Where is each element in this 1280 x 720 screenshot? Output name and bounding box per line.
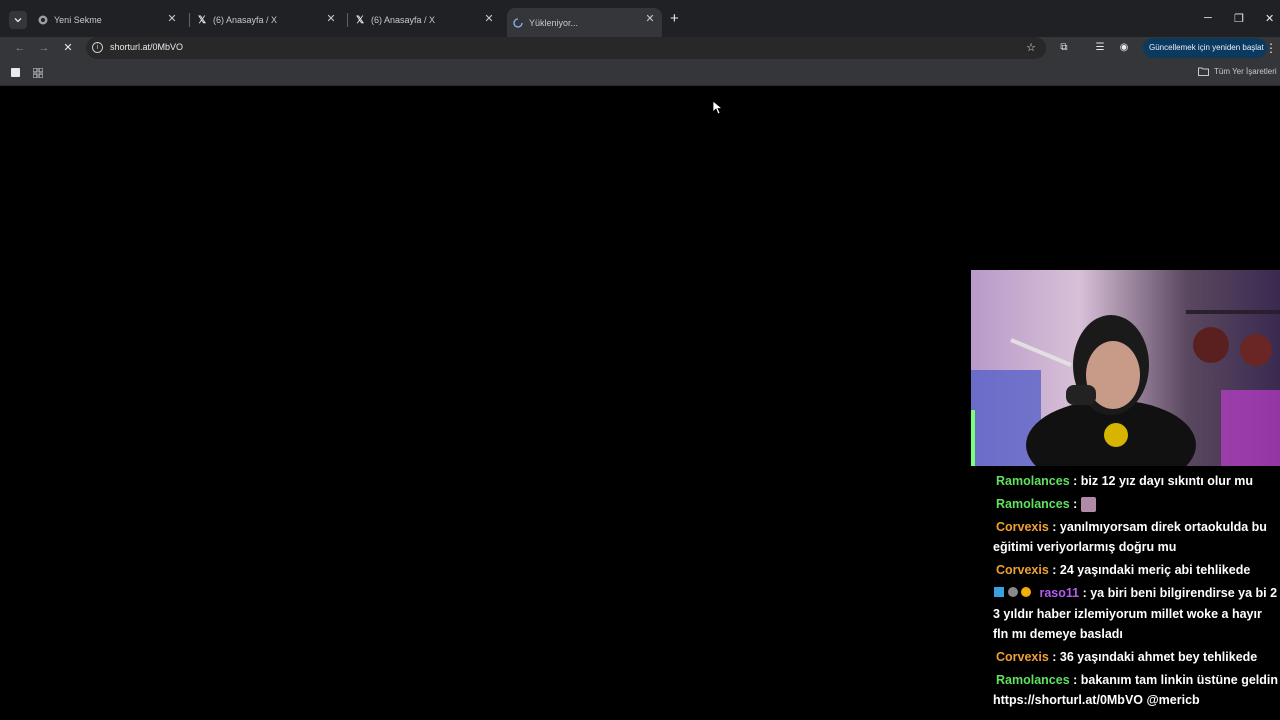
chat-username: Corvexis [996, 563, 1049, 577]
chat-username: Ramolances [996, 672, 1070, 687]
restore-icon[interactable]: ❐ [1234, 12, 1244, 25]
tab-divider [189, 13, 190, 27]
loading-spinner-icon [513, 17, 523, 28]
update-restart-button[interactable]: Güncellemek için yeniden başlat [1143, 38, 1267, 58]
close-window-icon[interactable]: ✕ [1265, 12, 1274, 25]
folder-icon [1198, 67, 1209, 76]
all-bookmarks-button[interactable]: Tüm Yer İşaretleri [1198, 67, 1277, 76]
chrome-icon [38, 15, 48, 25]
tab-divider [347, 13, 348, 27]
chevron-down-icon [14, 18, 22, 23]
chat-text: biz 12 yız dayı sıkıntı olur mu [1080, 474, 1254, 488]
site-info-icon[interactable]: i [92, 42, 103, 53]
x-logo-icon: 𝕏 [197, 14, 207, 26]
bookmark-app-icon[interactable] [11, 68, 20, 77]
all-bookmarks-label: Tüm Yer İşaretleri [1214, 67, 1277, 76]
tab-label: (6) Anasayfa / X [371, 15, 436, 25]
chat-username: Ramolances [996, 497, 1070, 511]
tab-search-button[interactable] [9, 11, 27, 29]
tab-anasayfa-x-1[interactable]: 𝕏 (6) Anasayfa / X ✕ [197, 8, 343, 32]
chat-message: Ramolances : bakanım tam linkin üstüne g… [993, 672, 1279, 707]
close-icon[interactable]: ✕ [166, 13, 178, 25]
tab-yeni-sekme[interactable]: Yeni Sekme ✕ [38, 8, 184, 32]
chat-message: Corvexis : yanılmıyorsam direk ortaokuld… [993, 520, 1267, 554]
chat-text: 24 yaşındaki meriç abi tehlikede [1059, 563, 1251, 577]
back-icon[interactable]: ← [13, 41, 27, 55]
webcam-overlay [971, 270, 1280, 466]
media-controls-icon[interactable]: ☰ [1093, 41, 1107, 55]
chat-text: ya biri beni bilgirendirse ya bi 2 3 yıl… [993, 586, 1278, 641]
tab-label: Yeni Sekme [54, 15, 102, 25]
chat-username: Corvexis [996, 520, 1049, 534]
stream-chat: Ramolances : biz 12 yız dayı sıkıntı olu… [993, 474, 1280, 713]
chat-message: Ramolances : biz 12 yız dayı sıkıntı olu… [996, 474, 1254, 488]
streamer-webcam-image [971, 270, 1280, 466]
chat-message: Corvexis : 36 yaşındaki ahmet bey tehlik… [996, 649, 1258, 664]
minimize-icon[interactable]: ─ [1204, 12, 1212, 24]
tab-label: Yükleniyor... [529, 17, 579, 28]
tab-strip: Yeni Sekme ✕ 𝕏 (6) Anasayfa / X ✕ 𝕏 (6) … [0, 0, 1280, 37]
extensions-icon[interactable]: ⧉ [1057, 41, 1071, 55]
close-icon[interactable]: ✕ [483, 13, 495, 25]
chat-message: Ramolances : [993, 494, 1280, 514]
emote-image [1080, 497, 1096, 513]
user-badges-icon [993, 584, 1033, 604]
chat-text: 36 yaşındaki ahmet bey tehlikede [1059, 649, 1258, 664]
chat-message: raso11 : ya biri beni bilgirendirse ya b… [993, 583, 1280, 644]
chat-username: Corvexis [996, 649, 1049, 664]
tab-yukleniyor[interactable]: Yükleniyor... ✕ [507, 8, 662, 37]
new-tab-button[interactable]: + [670, 11, 682, 26]
menu-icon[interactable]: ⋮ [1265, 41, 1277, 55]
chat-username: Ramolances [996, 474, 1070, 488]
bookmarks-bar [0, 60, 1280, 86]
tab-anasayfa-x-2[interactable]: 𝕏 (6) Anasayfa / X ✕ [355, 8, 501, 32]
bookmark-star-icon[interactable]: ☆ [1026, 41, 1036, 54]
mouse-cursor-icon [713, 101, 723, 115]
url-text[interactable]: shorturl.at/0MbVO [110, 42, 183, 52]
close-icon[interactable]: ✕ [325, 13, 337, 25]
profile-icon[interactable]: ◉ [1117, 41, 1131, 55]
tab-label: (6) Anasayfa / X [213, 15, 278, 25]
chat-username: raso11 [1039, 586, 1080, 600]
x-logo-icon: 𝕏 [355, 14, 365, 26]
forward-icon[interactable]: → [37, 41, 51, 55]
stop-loading-icon[interactable]: ✕ [61, 41, 75, 55]
address-bar[interactable]: i shorturl.at/0MbVO ☆ [86, 37, 1046, 59]
close-icon[interactable]: ✕ [644, 13, 656, 25]
apps-grid-icon[interactable] [33, 68, 43, 78]
chat-message: Corvexis : 24 yaşındaki meriç abi tehlik… [996, 563, 1251, 577]
